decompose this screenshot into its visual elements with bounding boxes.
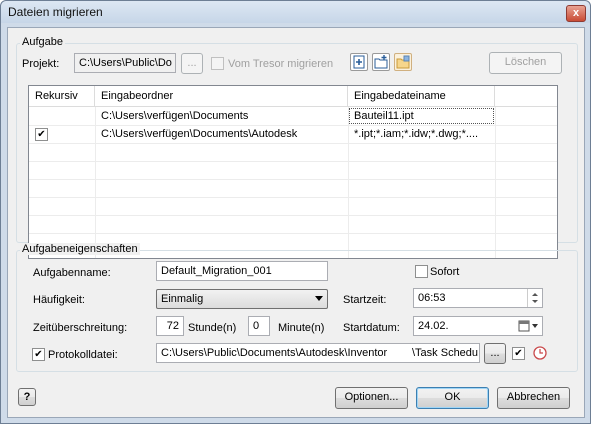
grid-line: [29, 143, 557, 144]
rekursiv-checkbox[interactable]: ✔: [35, 128, 48, 141]
grid-line: [29, 179, 557, 180]
col-header-eingabedateiname[interactable]: Eingabedateiname: [348, 86, 495, 107]
startzeit-input[interactable]: 06:53: [413, 288, 543, 308]
protokoll-aktiv-checkbox[interactable]: ✔: [512, 347, 525, 360]
protokoll-browse-button[interactable]: ...: [484, 343, 506, 364]
eigenschaften-group-title: Aufgabeneigenschaften: [20, 243, 140, 255]
add-folder-icon: [374, 55, 388, 69]
startdatum-label: Startdatum:: [343, 322, 400, 334]
close-button[interactable]: x: [566, 5, 586, 22]
startzeit-spinner[interactable]: [527, 289, 542, 307]
grid-line: [495, 107, 496, 258]
table-cell-ordner[interactable]: C:\Users\verfügen\Documents\Autodesk: [95, 125, 348, 143]
protokoll-checkbox[interactable]: ✔: [32, 348, 45, 361]
protokoll-label: Protokolldatei:: [48, 349, 118, 361]
projekt-browse-button[interactable]: ...: [181, 53, 203, 74]
add-file-icon: [353, 55, 365, 69]
chevron-down-icon: [315, 296, 323, 301]
project-folder-icon: [396, 55, 410, 69]
col-header-rekursiv[interactable]: Rekursiv: [29, 86, 95, 107]
window-title: Dateien migrieren: [8, 5, 103, 19]
optionen-button[interactable]: Optionen...: [335, 387, 408, 409]
close-icon: x: [572, 7, 580, 19]
startdatum-input[interactable]: 24.02.: [413, 316, 543, 336]
protokoll-path: C:\Users\Public\Documents\Autodesk\Inven…: [161, 347, 388, 359]
projekt-label: Projekt:: [22, 58, 60, 70]
protokoll-path-tail: \Task Schedu: [412, 347, 479, 359]
dialog-window: Dateien migrieren x Aufgabe Projekt: C:\…: [0, 0, 591, 424]
spinner-arrows-icon: [532, 293, 538, 303]
calendar-icon[interactable]: [518, 320, 540, 332]
aufgabe-group-title: Aufgabe: [20, 36, 65, 48]
task-table: Rekursiv Eingabeordner Eingabedateiname …: [28, 85, 558, 259]
title-bar[interactable]: Dateien migrieren x: [1, 1, 590, 23]
startzeit-value: 06:53: [418, 292, 446, 304]
grid-line: [29, 215, 557, 216]
aufgabenname-input[interactable]: Default_Migration_001: [156, 261, 328, 281]
tresor-checkbox[interactable]: [211, 57, 224, 70]
minuten-label: Minute(n): [278, 322, 325, 334]
table-row[interactable]: ✔: [29, 125, 95, 143]
stunden-label: Stunde(n): [188, 322, 237, 334]
loeschen-button[interactable]: Löschen: [489, 52, 562, 74]
startdatum-value: 24.02.: [418, 320, 449, 332]
table-cell-ordner[interactable]: C:\Users\verfügen\Documents: [95, 107, 348, 125]
sofort-label: Sofort: [430, 266, 460, 278]
startzeit-label: Startzeit:: [343, 294, 387, 306]
aufgabenname-label: Aufgabenname:: [33, 267, 111, 279]
project-folder-button[interactable]: [394, 53, 412, 71]
grid-line: [29, 197, 557, 198]
help-button[interactable]: ?: [18, 388, 36, 406]
haeufigkeit-label: Häufigkeit:: [33, 294, 85, 306]
stunden-input[interactable]: 72: [156, 316, 184, 336]
sofort-checkbox[interactable]: [415, 265, 428, 278]
haeufigkeit-dropdown[interactable]: Einmalig: [156, 289, 328, 309]
clock-icon[interactable]: [532, 345, 548, 361]
projekt-field[interactable]: C:\Users\Public\Do: [74, 53, 176, 73]
col-header-empty: [495, 86, 557, 107]
zeitueberschreitung-label: Zeitüberschreitung:: [33, 322, 128, 334]
grid-line: [29, 233, 557, 234]
ok-button[interactable]: OK: [416, 387, 489, 409]
add-file-button[interactable]: [350, 53, 368, 71]
table-row[interactable]: [29, 107, 95, 125]
dialog-client: Aufgabe Projekt: C:\Users\Public\Do ... …: [7, 27, 585, 418]
tresor-label: Vom Tresor migrieren: [228, 58, 334, 70]
table-cell-datei[interactable]: Bauteil11.ipt: [348, 107, 495, 125]
protokoll-input[interactable]: C:\Users\Public\Documents\Autodesk\Inven…: [156, 343, 480, 363]
grid-line: [29, 161, 557, 162]
add-folder-button[interactable]: [372, 53, 390, 71]
minuten-input[interactable]: 0: [248, 316, 270, 336]
help-icon: ?: [23, 391, 31, 403]
col-header-eingabeordner[interactable]: Eingabeordner: [95, 86, 348, 107]
haeufigkeit-value: Einmalig: [161, 293, 204, 305]
abbrechen-button[interactable]: Abbrechen: [497, 387, 570, 409]
table-cell-datei[interactable]: *.ipt;*.iam;*.idw;*.dwg;*....: [348, 125, 495, 143]
